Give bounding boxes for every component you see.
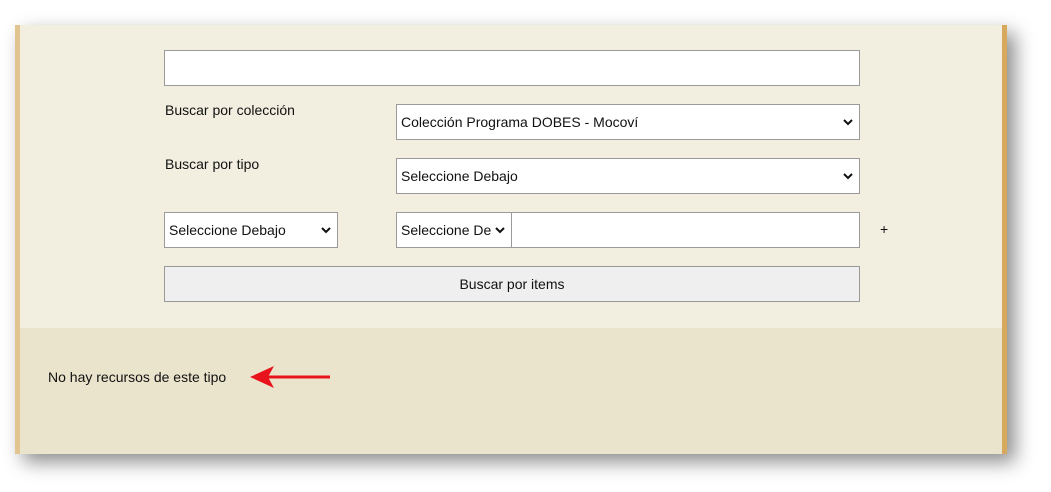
chevron-down-icon	[843, 119, 853, 126]
arrow-left-icon	[250, 366, 330, 388]
collection-select[interactable]: Colección Programa DOBES - Mocoví	[396, 104, 860, 140]
filter-field-select-value: Seleccione Debajo	[169, 222, 286, 238]
chevron-down-icon	[495, 227, 505, 234]
filter-operator-select-value: Seleccione Debajo	[401, 222, 491, 238]
search-panel: Buscar por colección Colección Programa …	[15, 25, 1007, 454]
filter-field-select[interactable]: Seleccione Debajo	[164, 212, 338, 248]
results-panel: No hay recursos de este tipo	[20, 328, 1002, 454]
filter-value-input[interactable]	[511, 212, 860, 248]
filter-operator-select[interactable]: Seleccione Debajo	[396, 212, 512, 248]
no-results-message: No hay recursos de este tipo	[48, 369, 227, 385]
search-input[interactable]	[164, 50, 860, 86]
collection-select-value: Colección Programa DOBES - Mocoví	[401, 114, 639, 130]
type-select[interactable]: Seleccione Debajo	[396, 158, 860, 194]
search-items-button[interactable]: Buscar por items	[164, 266, 860, 302]
add-filter-button[interactable]: +	[880, 221, 888, 237]
type-label: Buscar por tipo	[165, 156, 260, 172]
chevron-down-icon	[321, 227, 331, 234]
collection-label: Buscar por colección	[165, 102, 295, 118]
type-select-value: Seleccione Debajo	[401, 168, 518, 184]
chevron-down-icon	[843, 173, 853, 180]
search-form: Buscar por colección Colección Programa …	[20, 25, 1002, 328]
